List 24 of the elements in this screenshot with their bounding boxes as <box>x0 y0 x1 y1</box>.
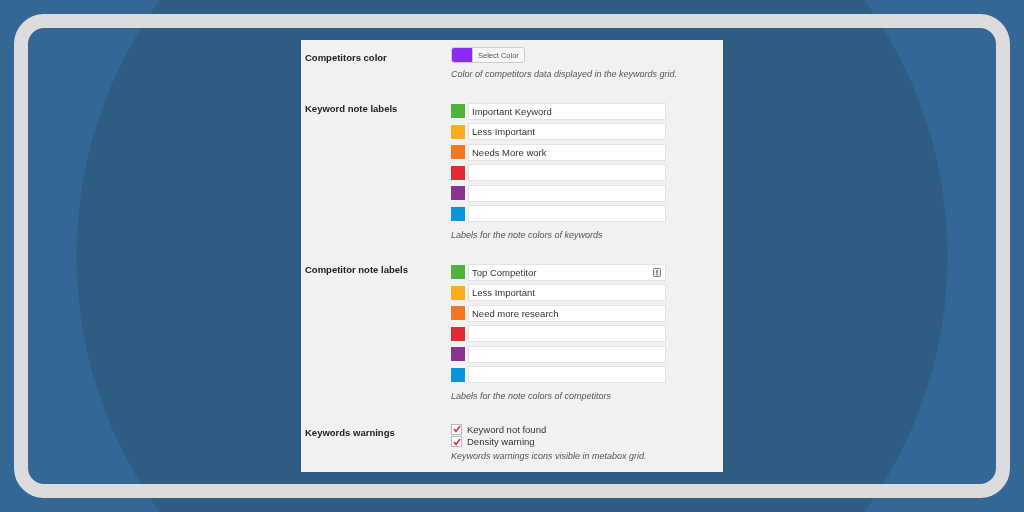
input-field[interactable] <box>468 205 666 223</box>
input-field[interactable] <box>468 325 666 343</box>
checkbox[interactable] <box>451 436 462 448</box>
input-field[interactable]: Top Competitor <box>468 263 666 281</box>
setting-label: Competitors color <box>305 51 388 65</box>
input-field[interactable]: Important Keyword <box>468 102 666 120</box>
input-field[interactable]: Less Important <box>468 123 666 141</box>
help-text: Keywords warnings icons visible in metabox grid. <box>451 451 647 461</box>
input-field[interactable]: Less Important <box>468 284 666 302</box>
setting-label: Keywords warnings <box>305 426 396 440</box>
setting-label: Competitor note labels <box>305 263 409 277</box>
help-text: Labels for the note colors of competitors <box>451 391 613 401</box>
setting-label: Keyword note labels <box>305 102 399 116</box>
checkbox-label: Keyword not found <box>467 423 547 435</box>
input-field[interactable] <box>468 164 666 182</box>
checkbox-label: Density warning <box>467 436 535 448</box>
input-field[interactable] <box>468 366 666 384</box>
input-field[interactable] <box>468 184 666 202</box>
input-field[interactable]: Needs More work <box>468 143 666 161</box>
input-field[interactable]: Need more research <box>468 304 666 322</box>
checkbox[interactable] <box>451 423 462 435</box>
help-text: Labels for the note colors of keywords <box>451 230 604 240</box>
input-field[interactable] <box>468 345 666 363</box>
help-text: Color of competitors data displayed in the keywords grid. <box>451 69 678 79</box>
